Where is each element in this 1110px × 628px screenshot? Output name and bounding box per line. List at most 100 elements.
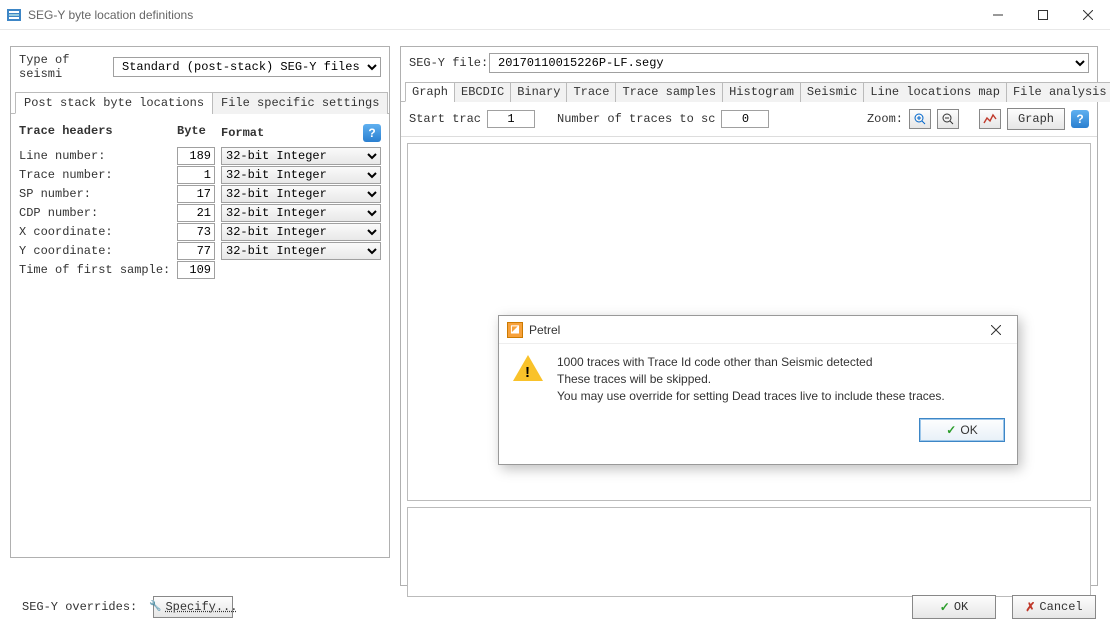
start-trace-input[interactable]	[487, 110, 535, 128]
trace-headers-title: Trace headers	[19, 124, 177, 142]
left-panel: Type of seismi Standard (post-stack) SEG…	[10, 46, 390, 558]
zoom-in-icon[interactable]	[909, 109, 931, 129]
format-select[interactable]: 32-bit Integer	[221, 166, 381, 184]
dialog-line1: 1000 traces with Trace Id code other tha…	[557, 354, 945, 371]
byte-header: Byte	[177, 124, 221, 142]
trace-field-label: Time of first sample:	[19, 263, 177, 277]
cross-icon: ✗	[1025, 600, 1035, 615]
trace-field-label: CDP number:	[19, 206, 177, 220]
close-button[interactable]	[1065, 0, 1110, 30]
file-row: SEG-Y file: 20170110015226P-LF.segy	[401, 47, 1097, 79]
graph-button[interactable]: Graph	[1007, 108, 1065, 130]
tab-seismic[interactable]: Seismic	[800, 82, 864, 102]
main-cancel-button[interactable]: ✗ Cancel	[1012, 595, 1096, 619]
trace-field-label: X coordinate:	[19, 225, 177, 239]
format-select[interactable]: 32-bit Integer	[221, 204, 381, 222]
byte-input[interactable]	[177, 147, 215, 165]
check-icon: ✓	[946, 423, 956, 437]
format-select[interactable]: 32-bit Integer	[221, 223, 381, 241]
tab-file-analysis[interactable]: File analysis	[1006, 82, 1110, 102]
format-select[interactable]: 32-bit Integer	[221, 147, 381, 165]
dialog-line3: You may use override for setting Dead tr…	[557, 388, 945, 405]
warning-icon	[513, 354, 543, 382]
tab-histogram[interactable]: Histogram	[722, 82, 801, 102]
tab-trace-samples[interactable]: Trace samples	[615, 82, 723, 102]
trace-row: SP number: 32-bit Integer	[19, 184, 381, 203]
trace-row: Time of first sample:	[19, 260, 381, 279]
byte-input[interactable]	[177, 261, 215, 279]
footer: SEG-Y overrides: 🔧 Specify... ✓ OK ✗ Can…	[0, 592, 1110, 628]
zoom-out-icon[interactable]	[937, 109, 959, 129]
trace-row: Line number: 32-bit Integer	[19, 146, 381, 165]
type-label: Type of seismi	[19, 53, 113, 81]
dialog-body: 1000 traces with Trace Id code other tha…	[499, 344, 1017, 414]
toolbar-help-icon[interactable]: ?	[1071, 110, 1089, 128]
num-traces-input[interactable]	[721, 110, 769, 128]
trace-headers-section: Trace headers Byte Format ? Line number:…	[11, 114, 389, 289]
main-ok-button[interactable]: ✓ OK	[912, 595, 996, 619]
format-header: Format	[221, 126, 264, 140]
dialog-ok-label: OK	[960, 423, 977, 437]
maximize-button[interactable]	[1020, 0, 1065, 30]
num-traces-label: Number of traces to sc	[557, 112, 715, 126]
right-tabs: GraphEBCDICBinaryTraceTrace samplesHisto…	[401, 81, 1097, 102]
byte-input[interactable]	[177, 185, 215, 203]
tab-post-stack[interactable]: Post stack byte locations	[15, 92, 213, 114]
trace-headers-head: Trace headers Byte Format ?	[19, 124, 381, 142]
byte-input[interactable]	[177, 242, 215, 260]
dialog-close-button[interactable]	[979, 318, 1013, 342]
trace-row: X coordinate: 32-bit Integer	[19, 222, 381, 241]
graph-toolbar: Start trac Number of traces to sc Zoom: …	[401, 102, 1097, 137]
help-icon[interactable]: ?	[363, 124, 381, 142]
dialog-line2: These traces will be skipped.	[557, 371, 945, 388]
trace-field-label: Trace number:	[19, 168, 177, 182]
tab-line-locations-map[interactable]: Line locations map	[863, 82, 1007, 102]
dialog-ok-button[interactable]: ✓ OK	[919, 418, 1005, 442]
window-controls	[975, 0, 1110, 30]
trace-row: CDP number: 32-bit Integer	[19, 203, 381, 222]
byte-input[interactable]	[177, 166, 215, 184]
format-select[interactable]: 32-bit Integer	[221, 242, 381, 260]
window-title: SEG-Y byte location definitions	[28, 8, 193, 22]
zoom-label: Zoom:	[867, 112, 903, 126]
left-tabs: Post stack byte locations File specific …	[11, 91, 389, 114]
format-select[interactable]: 32-bit Integer	[221, 185, 381, 203]
chart-icon[interactable]	[979, 109, 1001, 129]
type-select[interactable]: Standard (post-stack) SEG-Y files	[113, 57, 381, 77]
dialog-title: Petrel	[529, 323, 560, 337]
file-label: SEG-Y file:	[409, 56, 489, 70]
app-icon	[6, 7, 22, 23]
titlebar: SEG-Y byte location definitions	[0, 0, 1110, 30]
tab-binary[interactable]: Binary	[510, 82, 567, 102]
graph-button-label: Graph	[1018, 112, 1054, 126]
dialog-app-icon: ◪	[507, 322, 523, 338]
check-icon: ✓	[940, 600, 950, 615]
trace-row: Trace number: 32-bit Integer	[19, 165, 381, 184]
tab-graph[interactable]: Graph	[405, 82, 455, 102]
tab-file-specific[interactable]: File specific settings	[212, 92, 388, 114]
tab-trace[interactable]: Trace	[566, 82, 616, 102]
dialog-message: 1000 traces with Trace Id code other tha…	[557, 354, 945, 404]
overrides-label: SEG-Y overrides:	[22, 600, 137, 614]
file-select[interactable]: 20170110015226P-LF.segy	[489, 53, 1089, 73]
dialog-titlebar: ◪ Petrel	[499, 316, 1017, 344]
type-row: Type of seismi Standard (post-stack) SEG…	[11, 47, 389, 87]
specify-button[interactable]: 🔧 Specify...	[153, 596, 233, 618]
specify-label: Specify...	[165, 600, 237, 614]
start-trace-label: Start trac	[409, 112, 481, 126]
dialog-footer: ✓ OK	[499, 414, 1017, 452]
trace-row: Y coordinate: 32-bit Integer	[19, 241, 381, 260]
petrel-dialog: ◪ Petrel 1000 traces with Trace Id code …	[498, 315, 1018, 465]
lower-area[interactable]	[407, 507, 1091, 597]
main: Type of seismi Standard (post-stack) SEG…	[0, 30, 1110, 590]
trace-field-label: SP number:	[19, 187, 177, 201]
main-ok-label: OK	[954, 600, 968, 614]
byte-input[interactable]	[177, 223, 215, 241]
tab-ebcdic[interactable]: EBCDIC	[454, 82, 511, 102]
hammer-icon: 🔧	[149, 601, 161, 613]
trace-field-label: Line number:	[19, 149, 177, 163]
main-cancel-label: Cancel	[1039, 600, 1082, 614]
minimize-button[interactable]	[975, 0, 1020, 30]
trace-field-label: Y coordinate:	[19, 244, 177, 258]
byte-input[interactable]	[177, 204, 215, 222]
